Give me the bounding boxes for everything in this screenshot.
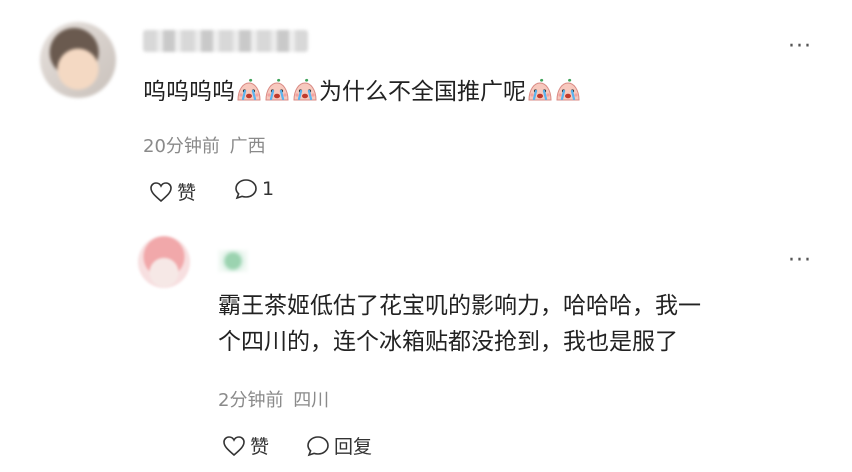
- reply-location: 四川: [293, 390, 330, 411]
- reply-meta: 2分钟前 四川: [218, 386, 329, 412]
- heart-icon: [223, 435, 245, 456]
- reply-time: 2分钟前: [218, 390, 284, 411]
- reply-text-line-2: 个四川的，连个冰箱贴都没抢到，我也是服了: [218, 329, 678, 355]
- username-blurred[interactable]: [143, 30, 308, 52]
- crying-emoji-icon: [236, 78, 262, 104]
- comment-icon: [235, 179, 257, 200]
- avatar[interactable]: [40, 22, 116, 98]
- comment-meta: 20分钟前 广西: [143, 132, 266, 158]
- comment-location: 广西: [229, 136, 266, 157]
- reply-count-button[interactable]: 1: [234, 178, 274, 200]
- reply-avatar[interactable]: [138, 236, 190, 288]
- reply-button[interactable]: 回复: [306, 432, 372, 459]
- heart-icon: [150, 181, 172, 202]
- reply-label: 回复: [334, 436, 373, 458]
- more-icon[interactable]: ···: [788, 36, 812, 58]
- reply-like-label: 赞: [250, 436, 270, 458]
- comment-text: 呜呜呜呜 为什么不全国推广呢: [143, 74, 582, 110]
- crying-emoji-icon: [527, 78, 553, 104]
- reply-count: 1: [262, 178, 275, 200]
- comment-text-end: 为什么不全国推广呢: [319, 79, 526, 105]
- like-button[interactable]: 赞: [149, 178, 196, 205]
- reply-more-icon[interactable]: ···: [788, 250, 812, 272]
- comment-text-start: 呜呜呜呜: [143, 79, 235, 105]
- reply-like-button[interactable]: 赞: [222, 432, 269, 459]
- like-label: 赞: [177, 182, 197, 204]
- comment-time: 20分钟前: [143, 136, 220, 157]
- crying-emoji-icon: [555, 78, 581, 104]
- reply-username-blurred[interactable]: [218, 250, 248, 272]
- crying-emoji-icon: [292, 78, 318, 104]
- comment-icon: [307, 435, 329, 456]
- reply-text-line-1: 霸王茶姬低估了花宝叽的影响力，哈哈哈，我一: [218, 293, 701, 319]
- crying-emoji-icon: [264, 78, 290, 104]
